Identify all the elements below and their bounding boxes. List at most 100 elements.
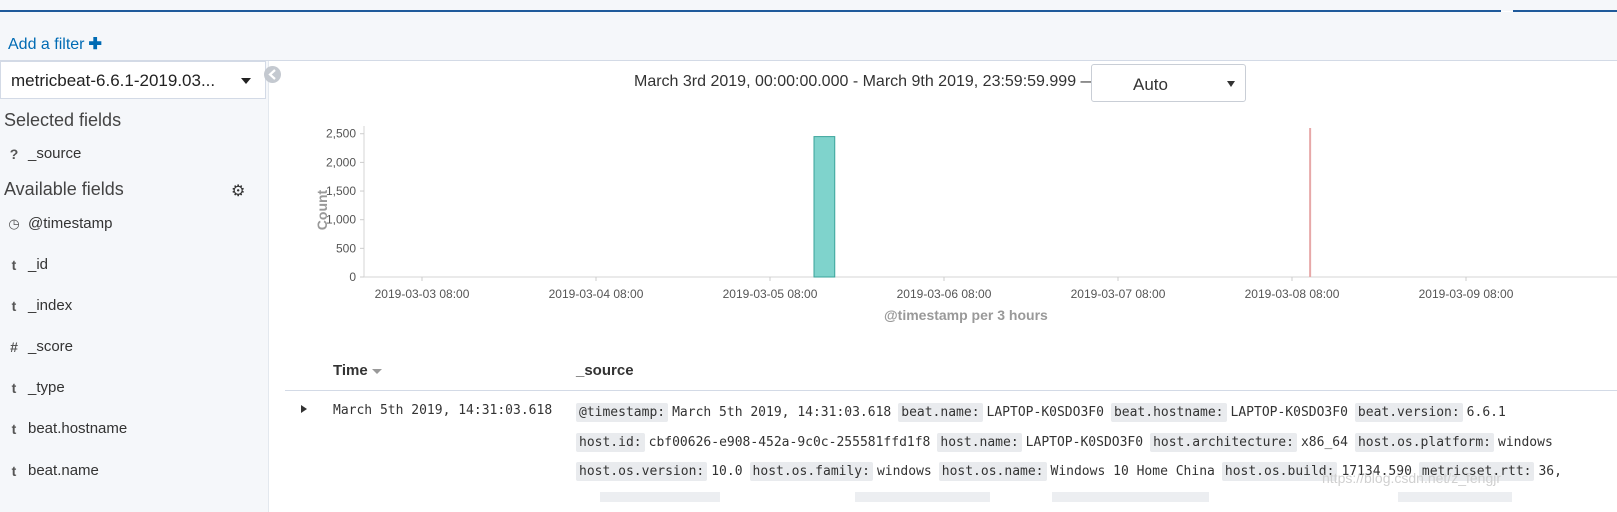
source-field-key: host.os.version: xyxy=(576,462,708,481)
truncated-row-key xyxy=(1052,492,1209,502)
y-tick-label: 0 xyxy=(349,270,356,284)
x-tick-label: 2019-03-03 08:00 xyxy=(375,287,470,301)
truncated-row-key xyxy=(855,492,990,502)
sort-down-icon xyxy=(371,368,382,374)
source-field: host.os.version: 10.0 xyxy=(576,462,743,481)
x-tick-label: 2019-03-04 08:00 xyxy=(549,287,644,301)
field-sidebar: metricbeat-6.6.1-2019.03... Selected fie… xyxy=(0,61,269,512)
source-field-value: cbf00626-e908-452a-9c0c-255581ffd1f8 xyxy=(648,435,931,450)
chevron-left-icon xyxy=(268,69,276,80)
y-tick-label: 1,000 xyxy=(326,213,356,227)
field-name: beat.hostname xyxy=(28,420,128,437)
field-name: _index xyxy=(28,297,73,314)
source-field-value: LAPTOP-K0SDO3F0 xyxy=(1025,435,1144,450)
source-field: host.os.platform: windows xyxy=(1354,433,1553,452)
field-item-index[interactable]: t _index xyxy=(0,293,266,321)
y-tick-label: 2,000 xyxy=(326,155,356,169)
field-item-type[interactable]: t _type xyxy=(0,375,266,403)
source-field-key: host.os.build: xyxy=(1221,462,1338,481)
clock-icon: ◷ xyxy=(8,216,20,231)
field-item-timestamp[interactable]: ◷ @timestamp xyxy=(0,211,266,239)
source-field-value: windows xyxy=(1498,435,1553,450)
source-field-value: March 5th 2019, 14:31:03.618 xyxy=(672,405,892,420)
source-field-key: host.os.name: xyxy=(938,462,1047,481)
field-name: _source xyxy=(28,145,82,162)
index-pattern-select[interactable]: metricbeat-6.6.1-2019.03... xyxy=(0,61,266,99)
source-field-key: @timestamp: xyxy=(576,403,669,422)
source-field: beat.hostname: LAPTOP-K0SDO3F0 xyxy=(1110,403,1348,422)
source-field-key: host.name: xyxy=(937,433,1022,452)
field-item-source[interactable]: ? _source xyxy=(0,141,266,169)
y-tick-label: 2,500 xyxy=(326,127,356,141)
histogram-chart: 0 500 1,000 1,500 2,000 2,500 2019-03-03 08:00… xyxy=(280,118,1617,333)
source-field-value: x86_64 xyxy=(1300,435,1348,450)
source-field-value: LAPTOP-K0SDO3F0 xyxy=(1230,405,1348,420)
truncated-row-key xyxy=(600,492,720,502)
x-axis-label: @timestamp per 3 hours xyxy=(884,307,1048,323)
field-type-icon: t xyxy=(11,298,17,314)
y-tick-label: 500 xyxy=(336,241,356,255)
collapse-sidebar-button[interactable] xyxy=(264,66,281,83)
source-field-key: host.os.platform: xyxy=(1354,433,1494,452)
x-tick-label: 2019-03-07 08:00 xyxy=(1071,287,1166,301)
filter-bar: Add a filter ✚ xyxy=(0,12,1617,61)
source-field-value: windows xyxy=(876,464,932,479)
source-column-header: _source xyxy=(576,362,634,379)
source-field: host.id: cbf00626-e908-452a-9c0c-255581ff… xyxy=(576,433,931,452)
source-field: host.name: LAPTOP-K0SDO3F0 xyxy=(937,433,1144,452)
source-field-value: LAPTOP-K0SDO3F0 xyxy=(986,405,1104,420)
field-type-icon: t xyxy=(11,421,17,437)
interval-value: Auto xyxy=(1133,75,1168,94)
selected-fields-title: Selected fields xyxy=(4,110,122,130)
field-type-icon: t xyxy=(11,257,17,273)
source-field-key: beat.hostname: xyxy=(1110,403,1227,422)
x-tick-label: 2019-03-05 08:00 xyxy=(723,287,818,301)
histogram-svg: 0 500 1,000 1,500 2,000 2,500 2019-03-03 08:00… xyxy=(326,126,1617,301)
field-name: _type xyxy=(28,379,65,396)
add-filter-label: Add a filter xyxy=(8,36,85,53)
source-field-value: 36, xyxy=(1538,464,1562,479)
field-type-icon: ? xyxy=(9,146,19,162)
watermark-text: https://blog.csdn.net/z_fengjr xyxy=(1322,470,1501,486)
source-field: beat.name: LAPTOP-K0SDO3F0 xyxy=(898,403,1104,422)
field-name: _id xyxy=(28,256,49,273)
field-type-icon: # xyxy=(10,339,18,355)
source-field-key: host.os.family: xyxy=(749,462,873,481)
add-filter-button[interactable]: Add a filter ✚ xyxy=(8,34,102,54)
source-line: @timestamp: March 5th 2019, 14:31:03.618 b… xyxy=(576,403,1513,422)
y-tick-label: 1,500 xyxy=(326,184,356,198)
field-item-score[interactable]: # _score xyxy=(0,334,266,362)
interval-select[interactable]: Auto xyxy=(1091,64,1246,102)
row-time-cell: March 5th 2019, 14:31:03.618 xyxy=(333,403,553,418)
chevron-down-icon xyxy=(241,78,251,84)
available-fields-title: Available fields xyxy=(4,179,124,199)
field-type-icon: t xyxy=(11,463,17,479)
x-tick-label: 2019-03-09 08:00 xyxy=(1419,287,1514,301)
source-field: @timestamp: March 5th 2019, 14:31:03.618 xyxy=(576,403,892,422)
y-axis-label: Count xyxy=(314,189,330,231)
field-type-icon: t xyxy=(11,380,17,396)
histogram-bar xyxy=(813,136,836,278)
time-column-header[interactable]: Time xyxy=(333,362,382,379)
source-field-value: 6.6.1 xyxy=(1466,405,1506,420)
field-name: _score xyxy=(28,338,74,355)
source-field: host.os.name: Windows 10 Home China xyxy=(938,462,1215,481)
field-name: @timestamp xyxy=(28,215,113,232)
source-field-key: host.architecture: xyxy=(1150,433,1297,452)
source-field: host.architecture: x86_64 xyxy=(1150,433,1348,452)
source-field-value: Windows 10 Home China xyxy=(1050,464,1215,479)
field-item-id[interactable]: t _id xyxy=(0,252,266,280)
chevron-down-icon xyxy=(1227,81,1235,87)
x-tick-label: 2019-03-08 08:00 xyxy=(1245,287,1340,301)
expand-row-icon[interactable] xyxy=(301,405,307,413)
gear-icon[interactable]: ⚙ xyxy=(231,181,245,201)
source-field-key: beat.version: xyxy=(1354,403,1463,422)
time-column-label: Time xyxy=(333,362,368,379)
index-pattern-value: metricbeat-6.6.1-2019.03... xyxy=(11,71,216,90)
field-item-beat-name[interactable]: t beat.name xyxy=(0,458,266,486)
source-field-key: beat.name: xyxy=(898,403,983,422)
field-item-beat-hostname[interactable]: t beat.hostname xyxy=(0,416,266,444)
truncated-row-key xyxy=(1398,492,1512,502)
x-tick-label: 2019-03-06 08:00 xyxy=(897,287,992,301)
source-field-key: host.id: xyxy=(576,433,645,452)
